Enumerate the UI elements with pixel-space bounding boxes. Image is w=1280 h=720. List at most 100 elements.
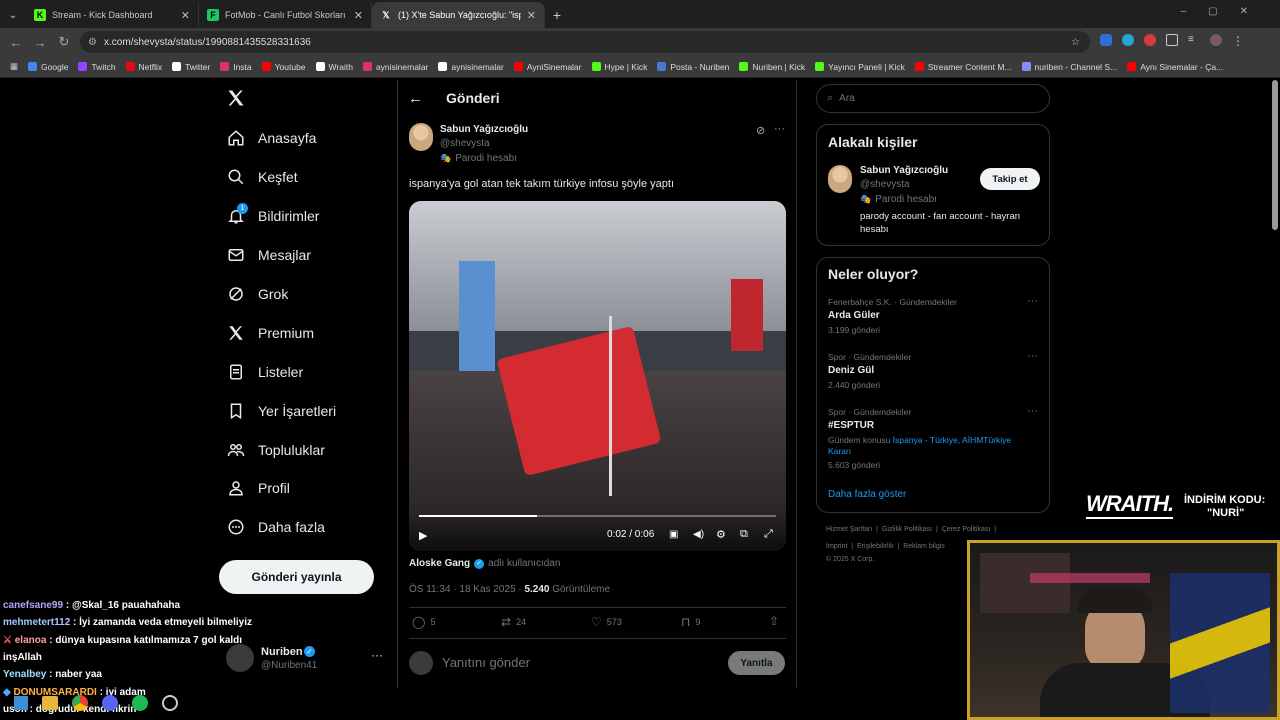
bookmark-item[interactable]: Google: [28, 62, 68, 72]
avatar[interactable]: [828, 165, 852, 193]
reply-input[interactable]: Yanıtını gönder: [442, 655, 530, 670]
avatar[interactable]: [409, 123, 433, 151]
post-author-name[interactable]: Sabun Yağızcıoğlu: [440, 124, 528, 135]
file-explorer-icon[interactable]: [42, 696, 58, 710]
attribution-user[interactable]: Aloske Gang: [409, 558, 470, 569]
bookmark-item[interactable]: AyniSinemalar: [513, 62, 582, 72]
nav-premium[interactable]: Premium: [226, 323, 314, 343]
nav-explore[interactable]: Keşfet: [226, 167, 298, 187]
volume-icon[interactable]: ◀): [693, 529, 704, 540]
bookmark-item[interactable]: Posta - Nuriben: [657, 62, 729, 72]
account-switcher[interactable]: Nuriben ✓ @Nuriben41 ···: [226, 644, 386, 676]
search-input[interactable]: ⌕ Ara: [816, 84, 1050, 113]
share-icon[interactable]: ⇧: [769, 614, 779, 628]
bookmark-item[interactable]: Hype | Kick: [591, 62, 647, 72]
bookmark-item[interactable]: Insta: [220, 62, 252, 72]
bookmark-item[interactable]: Nuriben | Kick: [739, 62, 805, 72]
close-icon[interactable]: ✕: [354, 9, 363, 22]
nav-home[interactable]: Anasayfa: [226, 128, 316, 148]
nav-more[interactable]: Daha fazla: [226, 517, 325, 537]
bookmark-item[interactable]: Youtube: [261, 62, 306, 72]
bookmark-item[interactable]: Wraith: [315, 62, 353, 72]
chrome-icon[interactable]: [72, 695, 88, 711]
bookmark-item[interactable]: Yayıncı Paneli | Kick: [815, 62, 905, 72]
footer-link[interactable]: Reklam bilgis: [903, 543, 945, 550]
bookmark-item[interactable]: nuriben - Channel S...: [1021, 62, 1117, 72]
nav-communities[interactable]: Topluluklar: [226, 440, 325, 460]
more-dots-icon[interactable]: ···: [1027, 405, 1038, 417]
follow-button[interactable]: Takip et: [980, 168, 1040, 190]
bookmark-item[interactable]: aynisinemalar: [362, 62, 428, 72]
x-logo-icon[interactable]: [226, 88, 248, 110]
video-player[interactable]: ▶ 0:02 / 0:06 ▣ ◀) ⚙ ⧉ ⤢: [409, 201, 786, 551]
close-icon[interactable]: ✕: [527, 9, 536, 22]
reply-button[interactable]: Yanıtla: [728, 651, 785, 675]
bookmark-action[interactable]: ⊓ 9: [681, 615, 700, 629]
play-icon[interactable]: ▶: [419, 529, 427, 542]
video-progress-track[interactable]: [419, 515, 776, 517]
new-tab-button[interactable]: +: [545, 2, 569, 28]
bookmark-star-icon[interactable]: ☆: [1071, 37, 1080, 48]
post-author-handle[interactable]: @shevysta: [440, 138, 490, 149]
back-arrow-icon[interactable]: ←: [408, 90, 423, 107]
nav-bookmarks[interactable]: Yer İşaretleri: [226, 401, 336, 421]
captions-icon[interactable]: ▣: [669, 529, 678, 540]
forward-icon[interactable]: →: [28, 35, 52, 50]
nav-profile[interactable]: Profil: [226, 478, 290, 498]
extensions-puzzle-icon[interactable]: [1166, 34, 1178, 46]
person-handle[interactable]: @shevysta: [860, 179, 910, 190]
footer-link[interactable]: Erişilebilirlik: [857, 543, 894, 550]
windows-start-icon[interactable]: [14, 696, 28, 710]
extension-icon[interactable]: [1100, 34, 1112, 46]
settings-gear-icon[interactable]: ⚙: [716, 528, 726, 541]
grok-icon[interactable]: ⊘: [756, 124, 765, 137]
more-dots-icon[interactable]: ···: [371, 648, 383, 662]
tab-kick-dashboard[interactable]: K Stream - Kick Dashboard ✕: [26, 2, 199, 28]
discord-icon[interactable]: [102, 695, 118, 711]
extension-icon[interactable]: [1144, 34, 1156, 46]
post-timestamp[interactable]: ÖS 11:34 · 18 Kas 2025 ·: [409, 584, 524, 595]
apps-grid-icon[interactable]: ▦: [10, 61, 18, 72]
close-icon[interactable]: ✕: [181, 9, 190, 22]
footer-link[interactable]: Gizlilik Politikası: [882, 526, 932, 533]
bookmark-item[interactable]: Twitch: [78, 62, 116, 72]
page-scrollbar[interactable]: [1272, 80, 1278, 230]
tab-fotmob[interactable]: F FotMob - Canlı Futbol Skorları ✕: [199, 2, 372, 28]
profile-avatar[interactable]: [1210, 34, 1222, 46]
pip-icon[interactable]: ⧉: [740, 528, 748, 541]
bookmark-item[interactable]: Netflix: [125, 62, 162, 72]
tab-x-post[interactable]: 𝕏 (1) X'te Sabun Yağızcıoğlu: "isp ✕: [372, 2, 545, 28]
like-action[interactable]: ♡ 573: [591, 615, 622, 629]
extension-icon[interactable]: [1122, 34, 1134, 46]
tab-search-icon[interactable]: ⌄: [0, 2, 26, 28]
bookmark-item[interactable]: aynisinemalar: [438, 62, 504, 72]
post-button[interactable]: Gönderi yayınla: [219, 560, 374, 594]
menu-icon[interactable]: ⋮: [1232, 34, 1244, 48]
reply-action[interactable]: ◯ 5: [412, 615, 435, 629]
bookmark-item[interactable]: Streamer Content M...: [914, 62, 1012, 72]
fullscreen-icon[interactable]: ⤢: [764, 528, 773, 541]
bookmark-item[interactable]: Aynı Sinemalar - Ça...: [1127, 62, 1223, 72]
url-input[interactable]: ⚙ x.com/shevysta/status/1990881435528331…: [80, 31, 1090, 53]
more-dots-icon[interactable]: ···: [774, 123, 785, 135]
show-more-link[interactable]: Daha fazla göster: [828, 489, 906, 500]
trend-item[interactable]: Spor · Gündemdekiler #ESPTUR Gündem konu…: [817, 405, 1049, 475]
site-info-icon[interactable]: ⚙: [88, 37, 97, 48]
nav-messages[interactable]: Mesajlar: [226, 245, 311, 265]
reload-icon[interactable]: ↻: [52, 34, 76, 50]
nav-lists[interactable]: Listeler: [226, 362, 303, 382]
nav-grok[interactable]: Grok: [226, 284, 288, 304]
footer-link[interactable]: Hizmet Şartları: [826, 526, 872, 533]
person-name[interactable]: Sabun Yağızcıoğlu: [860, 165, 948, 176]
footer-link[interactable]: Çerez Politikası: [942, 526, 991, 533]
media-icon[interactable]: ≡: [1188, 34, 1200, 46]
bookmark-item[interactable]: Twitter: [172, 62, 210, 72]
footer-link[interactable]: Imprint: [826, 543, 847, 550]
back-icon[interactable]: ←: [4, 35, 28, 50]
nav-notifications[interactable]: 1 Bildirimler: [226, 203, 319, 226]
trend-item[interactable]: Spor · Gündemdekiler Deniz Gül 2.440 gön…: [817, 350, 1049, 398]
spotify-icon[interactable]: [132, 695, 148, 711]
more-dots-icon[interactable]: ···: [1027, 295, 1038, 307]
repost-action[interactable]: ⇄ 24: [501, 615, 526, 629]
obs-icon[interactable]: [162, 695, 178, 711]
